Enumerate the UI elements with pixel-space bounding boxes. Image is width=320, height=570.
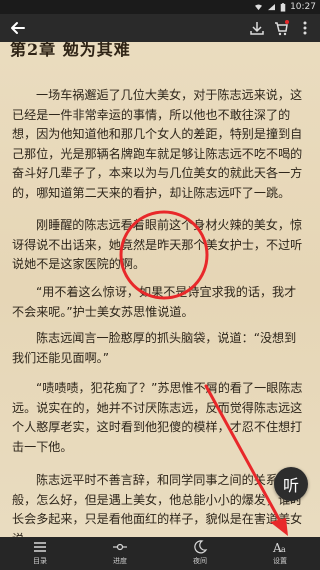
more-options-icon[interactable] (296, 19, 314, 37)
download-icon[interactable] (248, 19, 266, 37)
listen-label: 听 (282, 476, 299, 495)
progress-icon (113, 543, 127, 551)
back-arrow-icon[interactable] (8, 18, 28, 38)
chapter-title: 第2章 勉为其难 (10, 42, 131, 59)
paragraph: “啧啧啧，犯花痴了？”苏思惟不屑的看了一眼陈志远。说实在的，她并不讨厌陈志远，反… (12, 381, 303, 454)
nav-item-settings[interactable]: A a 设置 (248, 537, 312, 566)
battery-icon (280, 2, 286, 12)
signal-icon (268, 3, 276, 10)
wifi-icon (255, 3, 263, 10)
font-settings-icon: A a (272, 541, 286, 554)
nav-label: 设置 (273, 557, 287, 565)
moon-icon (194, 540, 208, 554)
listen-button[interactable]: 听 (274, 467, 308, 501)
reader-page[interactable]: 第2章 勉为其难 一场车祸邂逅了几位大美女，对于陈志远来说，这已经是一件非常幸运… (0, 42, 320, 537)
status-time: 10:27 (290, 2, 316, 12)
svg-text:a: a (281, 545, 286, 554)
top-toolbar (0, 14, 320, 42)
paragraph: 刚睡醒的陈志远看着眼前这个身材火辣的美女，惊讶得说不出话来，她竟然是昨天那个美女… (12, 218, 303, 272)
nav-item-toc[interactable]: 目录 (8, 537, 72, 566)
nav-item-progress[interactable]: 进度 (88, 537, 152, 566)
nav-label: 进度 (113, 557, 127, 565)
nav-item-night[interactable]: 夜间 (168, 537, 232, 566)
nav-label: 目录 (33, 557, 47, 565)
paragraph: 陈志远平时不善言辞，和同学同事之间的关系都一般，怎么好，但是遇上美女，他总能小小… (12, 473, 303, 537)
status-bar: 10:27 (0, 0, 320, 14)
cart-icon[interactable] (272, 19, 290, 37)
bottom-nav: 目录 进度 夜间 A a 设置 (0, 537, 320, 570)
paragraph: 一场车祸邂逅了几位大美女，对于陈志远来说，这已经是一件非常幸运的事情，所以他也不… (12, 88, 303, 200)
nav-label: 夜间 (193, 557, 207, 565)
paragraph: 陈志远闻言一脸憨厚的抓头脑袋，说道：“没想到我们还能见面啊。” (12, 331, 297, 365)
menu-icon (34, 542, 46, 552)
paragraph: “用不着这么惊讶，如果不是诗宜求我的话，我才不会来呢。”护士美女苏思惟说道。 (12, 285, 297, 319)
